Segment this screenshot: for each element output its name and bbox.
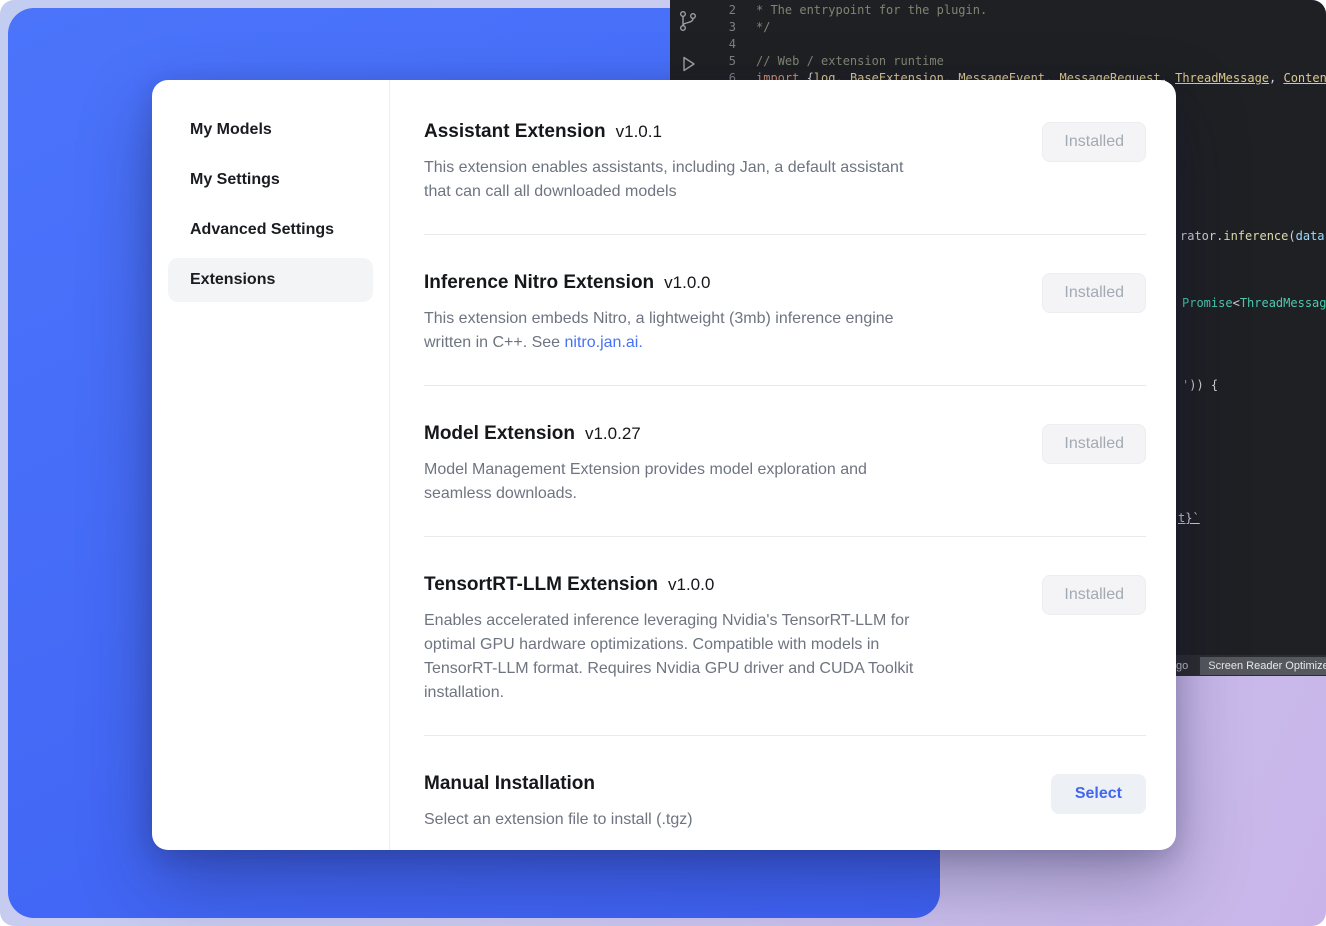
screen: 2* The entrypoint for the plugin.3*/45//…	[0, 0, 1326, 926]
screen-reader-status-chip[interactable]: Screen Reader Optimized	[1200, 657, 1326, 675]
code-line: 5// Web / extension runtime	[670, 53, 1326, 70]
extension-row-assistant: Assistant Extension v1.0.1 This extension…	[424, 84, 1146, 235]
installed-button[interactable]: Installed	[1042, 424, 1146, 464]
code-lines: 2* The entrypoint for the plugin.3*/45//…	[670, 2, 1326, 87]
extension-description: Model Management Extension provides mode…	[424, 458, 867, 506]
code-fragment: Promise<ThreadMessage>	[1182, 296, 1326, 310]
extension-description: This extension enables assistants, inclu…	[424, 156, 903, 204]
sidebar-item-advanced-settings[interactable]: Advanced Settings	[168, 208, 373, 252]
extension-row-inference-nitro: Inference Nitro Extension v1.0.0 This ext…	[424, 235, 1146, 386]
code-line: 2* The entrypoint for the plugin.	[670, 2, 1326, 19]
settings-sidebar-nav: My Models My Settings Advanced Settings Ext…	[152, 80, 390, 850]
sidebar-item-my-models[interactable]: My Models	[168, 108, 373, 152]
extension-version: v1.0.0	[668, 575, 714, 594]
extension-info: Inference Nitro Extension v1.0.0 This ext…	[424, 271, 894, 355]
code-line: 3*/	[670, 19, 1326, 36]
extension-info: Model Extension v1.0.27 Model Management …	[424, 422, 867, 506]
extension-name: TensortRT-LLM Extension	[424, 574, 658, 595]
extension-version: v1.0.0	[664, 273, 710, 292]
select-file-button[interactable]: Select	[1051, 774, 1146, 814]
manual-installation-row: Manual Installation Select an extension …	[424, 736, 1146, 850]
extension-info: Manual Installation Select an extension …	[424, 772, 693, 832]
extension-name: Assistant Extension	[424, 121, 606, 142]
status-go-label: go	[1176, 660, 1188, 672]
code-fragment: ')) {	[1182, 378, 1218, 392]
code-line: 4	[670, 36, 1326, 53]
extension-description: This extension embeds Nitro, a lightweig…	[424, 307, 894, 355]
extension-name: Model Extension	[424, 423, 575, 444]
extension-title: Inference Nitro Extension v1.0.0	[424, 271, 894, 295]
extension-row-tensorrt-llm: TensortRT-LLM Extension v1.0.0 Enables ac…	[424, 537, 1146, 736]
extension-info: TensortRT-LLM Extension v1.0.0 Enables ac…	[424, 573, 913, 705]
installed-button[interactable]: Installed	[1042, 122, 1146, 162]
extension-info: Assistant Extension v1.0.1 This extension…	[424, 120, 903, 204]
code-fragment: t}`	[1178, 511, 1200, 525]
extensions-panel: Assistant Extension v1.0.1 This extension…	[390, 80, 1176, 850]
nitro-jan-ai-link[interactable]: nitro.jan.ai.	[565, 334, 643, 351]
extension-name: Inference Nitro Extension	[424, 272, 654, 293]
extension-description: Enables accelerated inference leveraging…	[424, 609, 913, 705]
manual-installation-title: Manual Installation	[424, 772, 693, 796]
settings-modal: My Models My Settings Advanced Settings Ext…	[152, 80, 1176, 850]
extension-version: v1.0.1	[616, 122, 662, 141]
description-text: This extension embeds Nitro, a lightweig…	[424, 310, 894, 351]
sidebar-item-extensions[interactable]: Extensions	[168, 258, 373, 302]
extension-title: TensortRT-LLM Extension v1.0.0	[424, 573, 913, 597]
sidebar-item-my-settings[interactable]: My Settings	[168, 158, 373, 202]
extension-title: Model Extension v1.0.27	[424, 422, 867, 446]
installed-button[interactable]: Installed	[1042, 273, 1146, 313]
code-fragment: rator.inference(data));	[1180, 229, 1326, 243]
extension-row-model: Model Extension v1.0.27 Model Management …	[424, 386, 1146, 537]
extension-title: Assistant Extension v1.0.1	[424, 120, 903, 144]
extension-version: v1.0.27	[585, 424, 641, 443]
manual-installation-description: Select an extension file to install (.tg…	[424, 808, 693, 832]
installed-button[interactable]: Installed	[1042, 575, 1146, 615]
